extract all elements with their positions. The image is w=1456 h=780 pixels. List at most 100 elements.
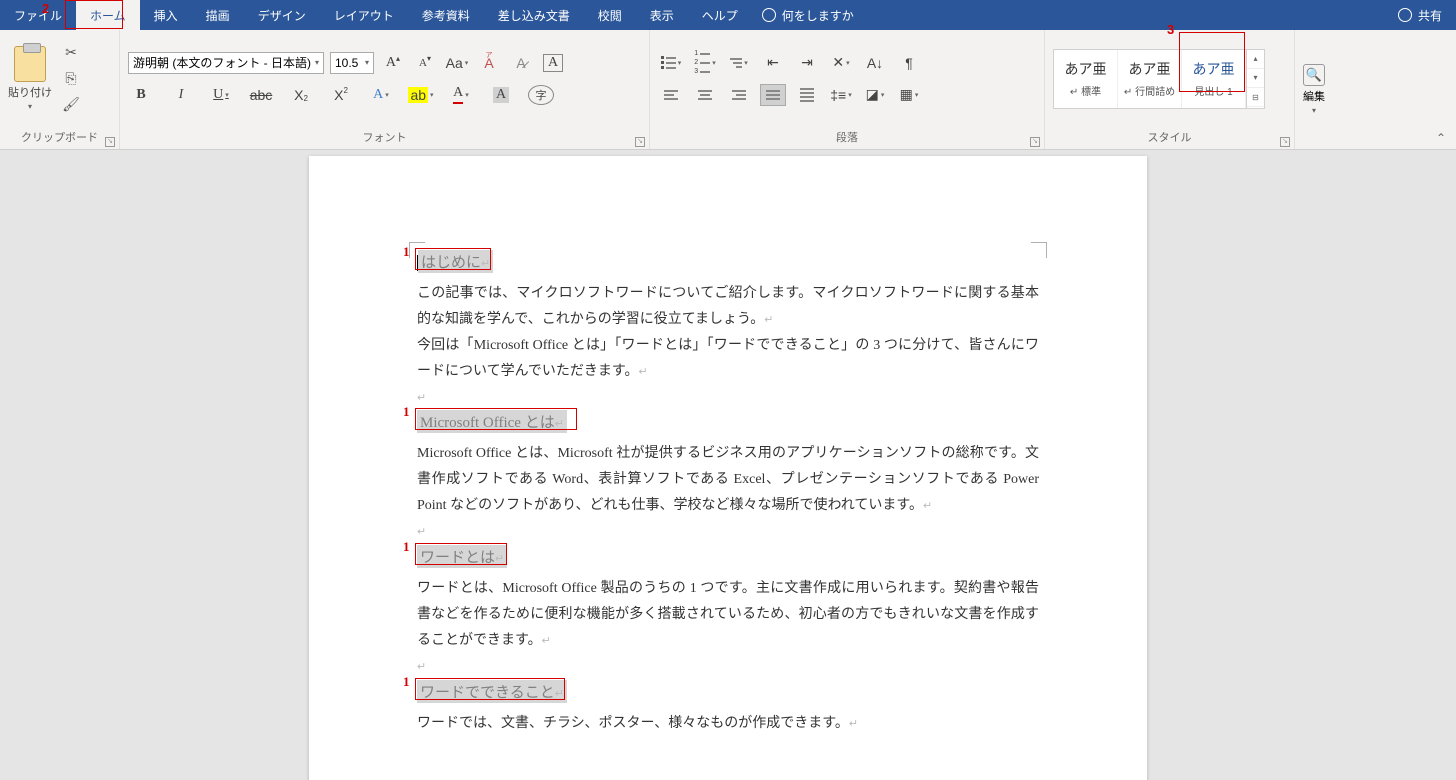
change-case-button[interactable]: Aa▾ [444, 52, 470, 74]
enclose-char-button[interactable]: 字 [528, 85, 554, 105]
annotation-3: 3 [1167, 22, 1174, 37]
format-painter-icon[interactable]: 🖌 [62, 96, 80, 114]
tab-draw[interactable]: 描画 [192, 0, 244, 30]
tab-review[interactable]: 校閲 [584, 0, 636, 30]
borders-button[interactable]: ▦▾ [896, 84, 922, 106]
group-label-clipboard: クリップボード ↘ [0, 127, 119, 149]
empty-paragraph[interactable]: ↵ [417, 654, 1039, 680]
body-paragraph[interactable]: Microsoft Office とは、Microsoft 社が提供するビジネス… [417, 441, 1039, 519]
tell-me-search[interactable]: 何をしますか [762, 7, 854, 24]
style-gallery-more[interactable]: ▴▾⊟ [1246, 50, 1264, 108]
annotation-1: 1 [403, 244, 410, 260]
annotation-box-heading [415, 408, 577, 430]
font-size-combo[interactable]: 10.5▾ [330, 52, 374, 74]
tab-mailings[interactable]: 差し込み文書 [484, 0, 584, 30]
editing-button[interactable]: 🔍 編集 ▾ [1303, 64, 1325, 115]
tab-label: 描画 [206, 7, 230, 24]
char-shading-button[interactable]: A [488, 84, 514, 106]
body-paragraph[interactable]: この記事では、マイクロソフトワードについてご紹介します。マイクロソフトワードに関… [417, 281, 1039, 333]
shrink-font-button[interactable]: A▾ [412, 52, 438, 74]
bold-button[interactable]: B [128, 84, 154, 106]
body-paragraph[interactable]: 今回は「Microsoft Office とは」「ワードとは」「ワードでできるこ… [417, 333, 1039, 385]
document-area[interactable]: 1 はじめに↵ この記事では、マイクロソフトワードについてご紹介します。マイクロ… [0, 150, 1456, 780]
superscript-button[interactable]: X2 [328, 84, 354, 106]
show-marks-button[interactable]: ¶ [896, 52, 922, 74]
group-label-styles: スタイル ↘ [1045, 127, 1294, 149]
tab-label: 表示 [650, 7, 674, 24]
group-label-font: フォント ↘ [120, 127, 649, 149]
ribbon: 貼り付け ▾ ✂ ⎘ 🖌 クリップボード ↘ 游明朝 (本文のフォント - 日本… [0, 30, 1456, 150]
increase-indent-button[interactable]: ⇥ [794, 52, 820, 74]
align-distribute-button[interactable] [794, 84, 820, 106]
chevron-down-icon: ▾ [28, 102, 32, 111]
tab-file-label: ファイル [14, 7, 62, 24]
annotation-box-heading [415, 678, 565, 700]
copy-icon[interactable]: ⎘ [62, 70, 80, 88]
tab-label: 参考資料 [422, 7, 470, 24]
align-center-button[interactable] [692, 84, 718, 106]
tab-label: デザイン [258, 7, 306, 24]
share-icon [1398, 8, 1412, 22]
sort-button[interactable]: A↓ [862, 52, 888, 74]
underline-button[interactable]: U▾ [208, 84, 234, 106]
style-sample: あア亜 [1129, 59, 1171, 79]
highlight-button[interactable]: ab▾ [408, 84, 434, 106]
editing-label: 編集 [1303, 88, 1325, 104]
dialog-launcher-icon[interactable]: ↘ [105, 137, 115, 147]
align-justify-button[interactable] [760, 84, 786, 106]
tell-me-label: 何をしますか [782, 7, 854, 24]
chevron-down-icon: ▾ [315, 58, 319, 67]
dialog-launcher-icon[interactable]: ↘ [1280, 137, 1290, 147]
strikethrough-button[interactable]: abc [248, 84, 274, 106]
tab-label: レイアウト [334, 7, 394, 24]
tab-insert[interactable]: 挿入 [140, 0, 192, 30]
cut-icon[interactable]: ✂ [62, 44, 80, 62]
body-paragraph[interactable]: ワードでは、文書、チラシ、ポスター、様々なものが作成できます。↵ [417, 711, 1039, 737]
body-paragraph[interactable]: ワードとは、Microsoft Office 製品のうちの 1 つです。主に文書… [417, 576, 1039, 654]
clear-formatting-button[interactable]: A̷ [508, 52, 534, 74]
align-right-button[interactable] [726, 84, 752, 106]
italic-button[interactable]: I [168, 84, 194, 106]
grow-font-button[interactable]: A▴ [380, 52, 406, 74]
paste-button[interactable]: 貼り付け ▾ [8, 46, 52, 111]
tab-design[interactable]: デザイン [244, 0, 320, 30]
asian-layout-button[interactable]: ✕▾ [828, 52, 854, 74]
tab-label: 校閲 [598, 7, 622, 24]
chevron-down-icon: ▾ [1312, 106, 1316, 115]
tab-label: 差し込み文書 [498, 7, 570, 24]
paste-label: 貼り付け [8, 84, 52, 100]
number-list-button[interactable]: 123▾ [692, 52, 718, 74]
shading-button[interactable]: ◪▾ [862, 84, 888, 106]
subscript-button[interactable]: X2 [288, 84, 314, 106]
dialog-launcher-icon[interactable]: ↘ [635, 137, 645, 147]
multilevel-list-button[interactable]: ▾ [726, 52, 752, 74]
style-normal[interactable]: あア亜 ↵ 標準 [1054, 50, 1118, 108]
group-label-paragraph: 段落 ↘ [650, 127, 1044, 149]
tab-layout[interactable]: レイアウト [320, 0, 408, 30]
tab-label: 挿入 [154, 7, 178, 24]
dialog-launcher-icon[interactable]: ↘ [1030, 137, 1040, 147]
align-left-button[interactable] [658, 84, 684, 106]
tab-view[interactable]: 表示 [636, 0, 688, 30]
character-border-button[interactable]: A [540, 52, 566, 74]
tab-help[interactable]: ヘルプ [688, 0, 752, 30]
tab-references[interactable]: 参考資料 [408, 0, 484, 30]
bullet-list-button[interactable]: ▾ [658, 52, 684, 74]
font-color-button[interactable]: A▾ [448, 84, 474, 106]
decrease-indent-button[interactable]: ⇤ [760, 52, 786, 74]
collapse-ribbon-button[interactable]: ⌃ [1436, 131, 1446, 145]
style-sample: あア亜 [1065, 59, 1107, 79]
line-spacing-button[interactable]: ‡≡▾ [828, 84, 854, 106]
font-size-value: 10.5 [335, 56, 358, 70]
style-name: ↵ 標準 [1070, 83, 1101, 98]
share-button[interactable]: 共有 [1398, 7, 1442, 24]
empty-paragraph[interactable]: ↵ [417, 385, 1039, 411]
phonetic-guide-button[interactable]: アA [476, 52, 502, 74]
group-paragraph: ▾ 123▾ ▾ ⇤ ⇥ ✕▾ A↓ ¶ ‡≡▾ ◪▾ [650, 30, 1045, 149]
page: 1 はじめに↵ この記事では、マイクロソフトワードについてご紹介します。マイクロ… [309, 156, 1147, 780]
tab-label: ヘルプ [702, 7, 738, 24]
empty-paragraph[interactable]: ↵ [417, 519, 1039, 545]
text-effects-button[interactable]: A▾ [368, 84, 394, 106]
style-nospacing[interactable]: あア亜 ↵ 行間詰め [1118, 50, 1182, 108]
font-name-combo[interactable]: 游明朝 (本文のフォント - 日本語)▾ [128, 52, 324, 74]
